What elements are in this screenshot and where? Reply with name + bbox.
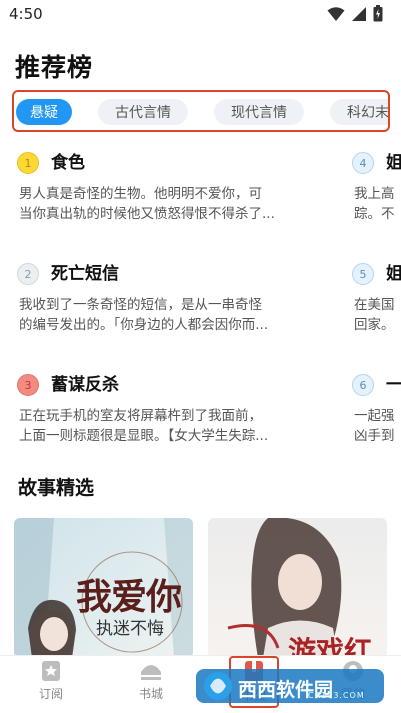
- story-card-2[interactable]: 游戏红: [208, 518, 387, 658]
- rank-item-4[interactable]: 4 姐 我上高 踪。不: [352, 152, 401, 232]
- tab-scifi[interactable]: 科幻末世: [330, 99, 389, 125]
- tab-modern-romance[interactable]: 现代言情: [214, 99, 304, 125]
- rank-title: 食色: [51, 153, 85, 173]
- rank-badge: 2: [17, 263, 39, 285]
- bookstore-icon: [141, 665, 161, 680]
- nav-subscribe[interactable]: 订阅: [21, 660, 81, 710]
- rank-desc-line: 一起强: [354, 408, 395, 424]
- rank-desc: 在美国 回家。: [354, 295, 401, 335]
- rank-desc-line: 男人真是奇怪的生物。他明明不爱你，可: [19, 186, 262, 202]
- watermark-domain: CR173.COM: [308, 691, 365, 700]
- tab-ancient-romance[interactable]: 古代言情: [98, 99, 188, 125]
- rank-desc-line: 的编号发出的。「你身边的人都会因你而...: [19, 317, 269, 333]
- rank-title: 一: [386, 375, 401, 395]
- tab-label: 悬疑: [30, 105, 58, 121]
- section-title-stories: 故事精选: [18, 477, 95, 499]
- story-cover-title: 我爱你: [76, 576, 182, 618]
- rank-badge: 4: [352, 152, 374, 174]
- nav-label: 书城: [138, 687, 163, 701]
- status-time: 4:50: [9, 5, 43, 23]
- rank-desc: 我收到了一条奇怪的短信，是从一串奇怪 的编号发出的。「你身边的人都会因你而...: [19, 295, 319, 335]
- rank-desc: 男人真是奇怪的生物。他明明不爱你，可 当你真出轨的时候他又愤怒得恨不得杀了...: [19, 184, 319, 224]
- page-title: 推荐榜: [15, 53, 94, 82]
- rank-item-3[interactable]: 3 蓄谋反杀 正在玩手机的室友将屏幕杵到了我面前， 上面一则标题很是显眼。【女大…: [17, 374, 317, 454]
- story-cover-subtitle: 执迷不悔: [96, 619, 164, 639]
- rank-badge: 3: [17, 374, 39, 396]
- rank-badge: 1: [17, 152, 39, 174]
- story-card-1[interactable]: 我爱你 执迷不悔: [14, 518, 193, 658]
- tab-suspense[interactable]: 悬疑: [16, 99, 72, 125]
- rank-desc: 正在玩手机的室友将屏幕杵到了我面前， 上面一则标题很是显眼。【女大学生失踪...: [19, 406, 319, 446]
- rank-desc-line: 正在玩手机的室友将屏幕杵到了我面前，: [19, 408, 262, 424]
- tab-label: 古代言情: [115, 105, 171, 121]
- rank-desc-line: 上面一则标题很是显眼。【女大学生失踪...: [19, 428, 269, 444]
- rank-title: 死亡短信: [51, 264, 119, 284]
- rank-desc-line: 我收到了一条奇怪的短信，是从一串奇怪: [19, 297, 262, 313]
- category-tabs: 悬疑 古代言情 现代言情 科幻末世: [12, 90, 390, 132]
- rank-title: 蓄谋反杀: [51, 375, 119, 395]
- rank-item-6[interactable]: 6 一 一起强 凶手到: [352, 374, 401, 454]
- rank-desc-line: 回家。: [354, 317, 395, 333]
- rank-desc-line: 我上高: [354, 186, 395, 202]
- rank-desc-line: 踪。不: [354, 206, 395, 222]
- tab-label: 科幻末世: [347, 105, 389, 121]
- bookmark-star-icon: [42, 661, 60, 681]
- status-icons: [327, 5, 383, 22]
- rank-desc-line: 凶手到: [354, 428, 395, 444]
- nav-bookstore[interactable]: 书城: [121, 660, 181, 710]
- wifi-icon: [327, 6, 345, 21]
- rank-desc-line: 当你真出轨的时候他又愤怒得恨不得杀了...: [19, 206, 275, 222]
- signal-icon: [352, 6, 366, 21]
- rank-desc: 一起强 凶手到: [354, 406, 401, 446]
- rank-item-2[interactable]: 2 死亡短信 我收到了一条奇怪的短信，是从一串奇怪 的编号发出的。「你身边的人都…: [17, 263, 317, 343]
- nav-label: 订阅: [38, 687, 63, 701]
- rank-badge: 6: [352, 374, 374, 396]
- rank-desc: 我上高 踪。不: [354, 184, 401, 224]
- watermark-logo: 西西软件园 CR173.COM: [196, 663, 384, 707]
- rank-badge: 5: [352, 263, 374, 285]
- tab-label: 现代言情: [231, 105, 287, 121]
- rank-item-5[interactable]: 5 姐 在美国 回家。: [352, 263, 401, 343]
- status-bar: 4:50: [0, 0, 401, 28]
- rank-desc-line: 在美国: [354, 297, 395, 313]
- rank-title: 姐: [386, 264, 401, 284]
- rank-title: 姐: [386, 153, 401, 173]
- story-cover-title: 游戏红: [288, 635, 373, 658]
- battery-icon: [373, 5, 383, 22]
- rank-item-1[interactable]: 1 食色 男人真是奇怪的生物。他明明不爱你，可 当你真出轨的时候他又愤怒得恨不得…: [17, 152, 317, 232]
